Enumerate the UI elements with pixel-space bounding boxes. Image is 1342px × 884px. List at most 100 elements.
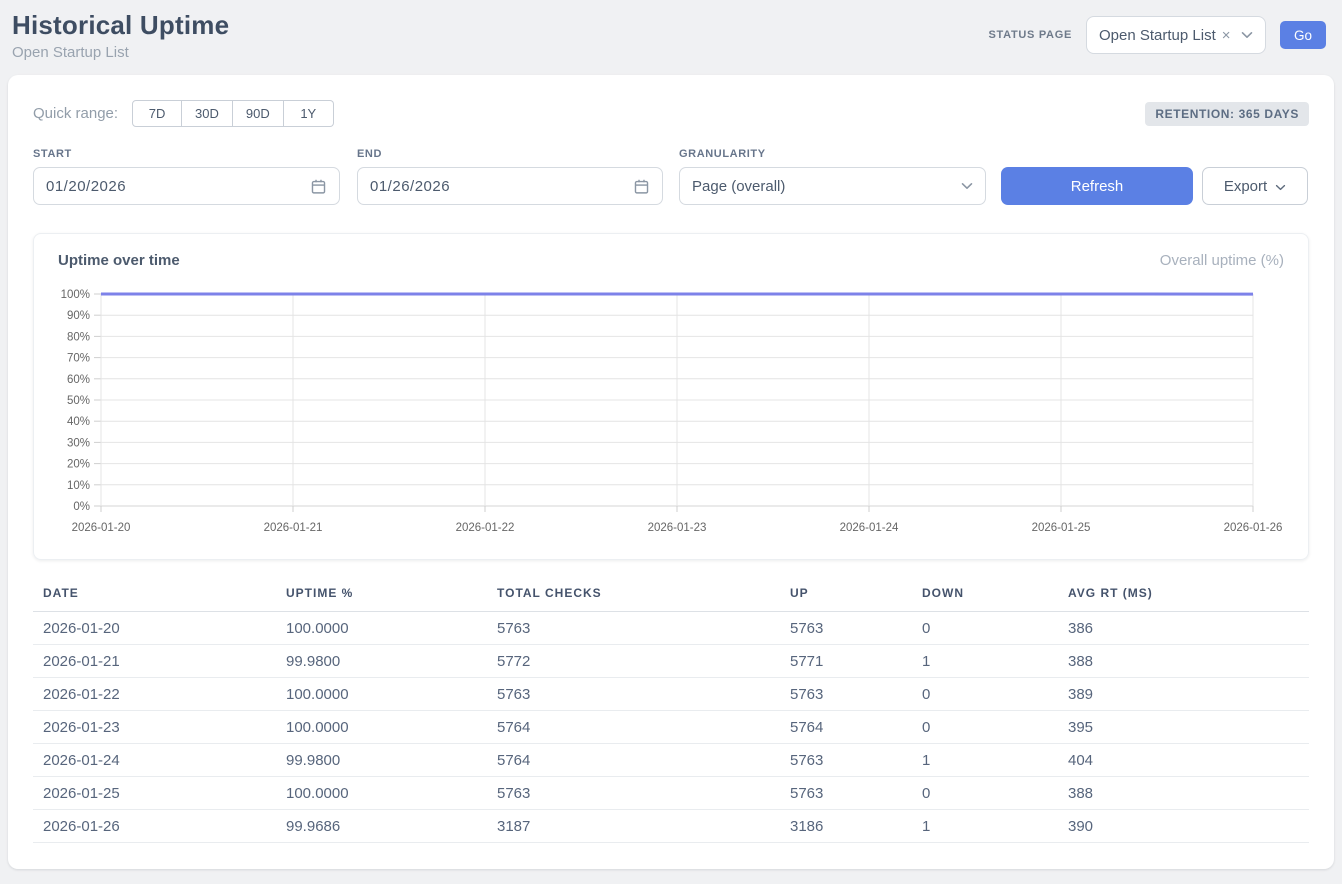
granularity-select[interactable]: Page (overall): [679, 167, 986, 205]
svg-text:30%: 30%: [67, 437, 90, 449]
cell-total-checks: 5772: [487, 645, 780, 678]
end-date-value: 01/26/2026: [370, 178, 450, 195]
cell-date: 2026-01-23: [33, 711, 276, 744]
end-date-label: END: [357, 148, 663, 160]
svg-text:2026-01-25: 2026-01-25: [1032, 522, 1091, 534]
table-header: DATE UPTIME % TOTAL CHECKS UP DOWN AVG R…: [33, 586, 1309, 612]
uptime-chart-card: Uptime over time Overall uptime (%) 0% 10…: [33, 233, 1309, 560]
cell-total-checks: 5763: [487, 612, 780, 645]
page-title: Historical Uptime: [12, 10, 229, 41]
calendar-icon[interactable]: [310, 178, 327, 195]
table-row: 2026-01-20100.0000576357630386: [33, 612, 1309, 645]
quick-range-row: Quick range: 7D 30D 90D 1Y RETENTION: 36…: [33, 100, 1309, 127]
table-row: 2026-01-2699.9686318731861390: [33, 810, 1309, 843]
cell-down: 1: [912, 645, 1058, 678]
col-header-down: DOWN: [912, 586, 1058, 612]
quick-range-30d-button[interactable]: 30D: [182, 100, 233, 127]
main-panel: Quick range: 7D 30D 90D 1Y RETENTION: 36…: [8, 75, 1334, 869]
chevron-down-icon: [1241, 31, 1253, 39]
cell-down: 1: [912, 744, 1058, 777]
cell-total-checks: 5764: [487, 744, 780, 777]
top-header: Historical Uptime Open Startup List STAT…: [0, 0, 1342, 61]
svg-text:2026-01-26: 2026-01-26: [1224, 522, 1283, 534]
cell-uptime: 100.0000: [276, 678, 487, 711]
quick-range-label: Quick range:: [33, 105, 118, 122]
clear-selection-icon[interactable]: ×: [1222, 28, 1231, 43]
quick-range-1y-button[interactable]: 1Y: [284, 100, 334, 127]
chevron-down-icon: [961, 182, 973, 190]
cell-avg-rt: 404: [1058, 744, 1309, 777]
quick-range-segmented-control: 7D 30D 90D 1Y: [132, 100, 334, 127]
uptime-line-chart: 0%10%20%30%40%50%60%70%80%90%100%2026-01…: [58, 285, 1286, 543]
calendar-icon[interactable]: [633, 178, 650, 195]
cell-uptime: 100.0000: [276, 612, 487, 645]
table-row: 2026-01-22100.0000576357630389: [33, 678, 1309, 711]
svg-text:60%: 60%: [67, 374, 90, 386]
cell-date: 2026-01-24: [33, 744, 276, 777]
col-header-uptime: UPTIME %: [276, 586, 487, 612]
refresh-button[interactable]: Refresh: [1001, 167, 1193, 205]
svg-text:100%: 100%: [61, 289, 90, 301]
cell-down: 0: [912, 678, 1058, 711]
quick-range-90d-button[interactable]: 90D: [233, 100, 284, 127]
col-header-total-checks: TOTAL CHECKS: [487, 586, 780, 612]
svg-text:70%: 70%: [67, 353, 90, 365]
col-header-date: DATE: [33, 586, 276, 612]
cell-down: 0: [912, 777, 1058, 810]
end-date-field: END 01/26/2026: [357, 148, 663, 205]
header-right: STATUS PAGE Open Startup List × Go: [989, 16, 1326, 54]
status-page-selected-value: Open Startup List: [1099, 27, 1216, 44]
cell-date: 2026-01-20: [33, 612, 276, 645]
svg-text:2026-01-24: 2026-01-24: [840, 522, 899, 534]
cell-avg-rt: 386: [1058, 612, 1309, 645]
cell-total-checks: 5763: [487, 678, 780, 711]
svg-text:0%: 0%: [73, 501, 90, 513]
start-date-value: 01/20/2026: [46, 178, 126, 195]
cell-avg-rt: 390: [1058, 810, 1309, 843]
cell-down: 1: [912, 810, 1058, 843]
chart-header: Uptime over time Overall uptime (%): [58, 252, 1284, 269]
quick-range-7d-button[interactable]: 7D: [132, 100, 182, 127]
svg-text:40%: 40%: [67, 416, 90, 428]
cell-total-checks: 5764: [487, 711, 780, 744]
table-row: 2026-01-2499.9800576457631404: [33, 744, 1309, 777]
table-row: 2026-01-23100.0000576457640395: [33, 711, 1309, 744]
page-subtitle: Open Startup List: [12, 44, 229, 61]
cell-up: 5763: [780, 777, 912, 810]
svg-text:2026-01-21: 2026-01-21: [264, 522, 323, 534]
cell-uptime: 99.9800: [276, 645, 487, 678]
cell-date: 2026-01-26: [33, 810, 276, 843]
chart-title: Uptime over time: [58, 252, 180, 269]
cell-down: 0: [912, 711, 1058, 744]
start-date-label: START: [33, 148, 340, 160]
cell-avg-rt: 389: [1058, 678, 1309, 711]
cell-avg-rt: 388: [1058, 645, 1309, 678]
status-page-select[interactable]: Open Startup List ×: [1086, 16, 1266, 54]
start-date-input[interactable]: 01/20/2026: [33, 167, 340, 205]
col-header-up: UP: [780, 586, 912, 612]
cell-avg-rt: 388: [1058, 777, 1309, 810]
col-header-avg-rt: AVG RT (MS): [1058, 586, 1309, 612]
svg-text:2026-01-20: 2026-01-20: [72, 522, 131, 534]
export-button[interactable]: Export: [1202, 167, 1308, 205]
cell-uptime: 99.9686: [276, 810, 487, 843]
svg-text:10%: 10%: [67, 480, 90, 492]
cell-date: 2026-01-22: [33, 678, 276, 711]
cell-up: 5771: [780, 645, 912, 678]
end-date-input[interactable]: 01/26/2026: [357, 167, 663, 205]
status-page-label: STATUS PAGE: [989, 29, 1072, 41]
cell-total-checks: 3187: [487, 810, 780, 843]
chart-legend: Overall uptime (%): [1160, 252, 1284, 269]
filter-fields-row: START 01/20/2026 END 01/26/2026 GRANULAR…: [33, 148, 1309, 205]
cell-up: 5764: [780, 711, 912, 744]
svg-text:2026-01-22: 2026-01-22: [456, 522, 515, 534]
go-button[interactable]: Go: [1280, 21, 1326, 49]
cell-avg-rt: 395: [1058, 711, 1309, 744]
cell-up: 5763: [780, 678, 912, 711]
quick-range-group: Quick range: 7D 30D 90D 1Y: [33, 100, 334, 127]
header-title-block: Historical Uptime Open Startup List: [12, 10, 229, 61]
svg-text:2026-01-23: 2026-01-23: [648, 522, 707, 534]
cell-up: 5763: [780, 744, 912, 777]
export-button-label: Export: [1224, 178, 1267, 195]
granularity-value: Page (overall): [692, 178, 785, 195]
